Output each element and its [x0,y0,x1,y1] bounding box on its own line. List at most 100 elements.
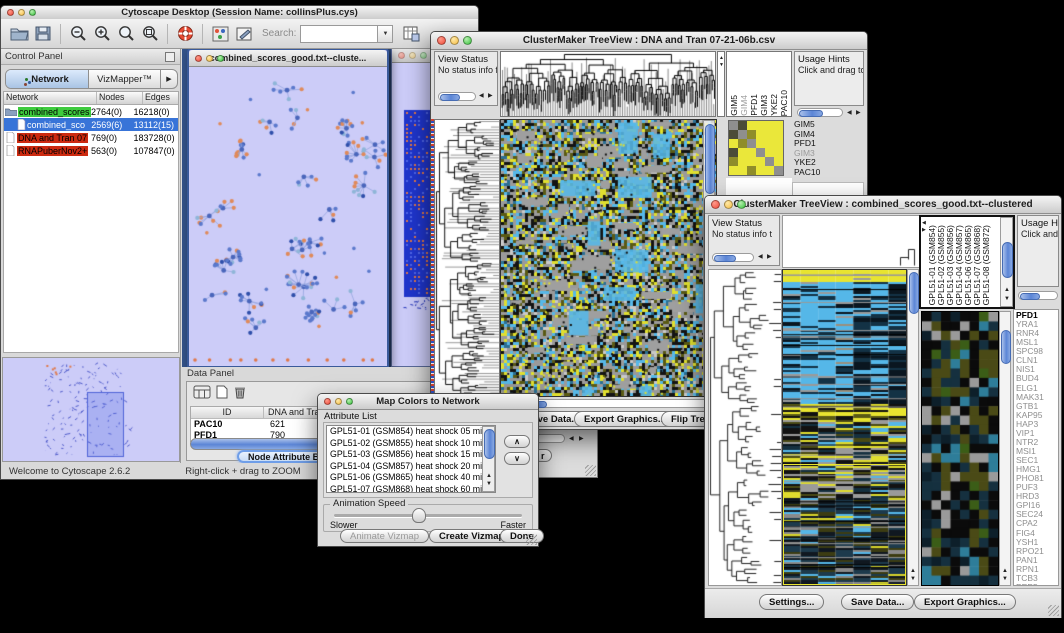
col-header-nodes[interactable]: Nodes [97,92,143,104]
move-down-button[interactable]: ∨ [504,452,530,465]
close-icon[interactable] [437,36,446,45]
scroll-left-icon[interactable]: ◀ [758,253,763,261]
matrix-cell[interactable] [738,139,747,148]
matrix-cell[interactable] [774,166,783,175]
minimize-icon[interactable] [724,200,733,209]
matrix-cell[interactable] [774,121,783,130]
matrix-cell[interactable] [765,157,774,166]
matrix-cell[interactable] [765,148,774,157]
minimize-icon[interactable] [335,398,342,405]
tab-network[interactable]: Network [6,70,89,88]
attribute-list-item[interactable]: GPL51-03 (GSM856) heat shock 15 min [327,449,495,461]
network-row[interactable]: RNAPuberNov2+ 563(0) 107847(0) [4,144,178,157]
zoom-window-icon[interactable] [346,398,353,405]
matrix-cell[interactable] [729,130,738,139]
done-button[interactable]: Done [500,529,544,543]
tv1-zoom-matrix[interactable] [728,120,784,176]
new-attribute-icon[interactable] [215,385,229,404]
tab-vizmapper[interactable]: VizMapper™ [89,70,160,88]
minimize-icon[interactable] [450,36,459,45]
search-dropdown-icon[interactable]: ▼ [378,25,393,43]
matrix-cell[interactable] [765,130,774,139]
matrix-cell[interactable] [729,121,738,130]
tv2-heatmap-vscrollbar[interactable]: ▲ ▼ [907,269,919,586]
close-icon[interactable] [324,398,331,405]
zoom-window-icon[interactable] [420,52,427,59]
zoom-window-icon[interactable] [463,36,472,45]
delete-attribute-icon[interactable] [233,385,247,404]
table-grid-icon[interactable] [193,385,211,404]
minimize-icon[interactable] [206,55,213,62]
matrix-cell[interactable] [738,166,747,175]
scroll-left-icon[interactable]: ◀ [569,435,574,443]
move-up-button[interactable]: ∧ [504,435,530,448]
matrix-cell[interactable] [747,130,756,139]
scroll-left-icon[interactable]: ◀ [479,92,484,100]
tv1-usage-hscrollbar[interactable] [797,108,843,117]
tv2-collabel-vscrollbar[interactable]: ▲ ▼ [1000,217,1013,307]
tv2-column-labels-panel[interactable]: ◀ ▶ GPL51-01 (GSM854)GPL51-02 (GSM855)GP… [919,215,1015,309]
network-row[interactable]: DNA and Tran 07 769(0) 183728(0) [4,131,178,144]
tv2-status-hscrollbar[interactable] [712,253,754,262]
matrix-cell[interactable] [774,130,783,139]
attribute-list-item[interactable]: GPL51-06 (GSM865) heat shock 40 min [327,472,495,484]
network-row[interactable]: combined_scores 2764(0) 16218(0) [4,105,178,118]
dialog-titlebar[interactable]: Map Colors to Network [318,394,538,410]
main-titlebar[interactable]: Cytoscape Desktop (Session Name: collins… [1,6,478,20]
save-data-button[interactable]: Save Data... [841,594,914,610]
matrix-cell[interactable] [756,166,765,175]
tv2-zoom-view[interactable] [921,311,999,586]
tv2-column-dendrogram[interactable] [782,215,921,268]
attribute-list[interactable]: GPL51-01 (GSM854) heat shock 05 minGPL51… [326,425,496,493]
matrix-cell[interactable] [738,121,747,130]
help-lifering-icon[interactable] [173,22,197,46]
matrix-cell[interactable] [738,130,747,139]
matrix-cell[interactable] [756,148,765,157]
zoom-in-icon[interactable] [90,22,114,46]
scroll-right-icon[interactable]: ▶ [856,109,861,117]
matrix-cell[interactable] [756,139,765,148]
matrix-cell[interactable] [747,157,756,166]
tab-overflow-arrow[interactable]: ▶ [160,70,177,88]
zoom-out-icon[interactable] [66,22,90,46]
resize-grip[interactable] [1048,605,1059,616]
tv2-usage-hscrollbar[interactable] [1018,291,1058,300]
matrix-cell[interactable] [729,139,738,148]
tv1-splitter-strip[interactable]: ▲ ▼ [717,51,725,117]
scroll-right-icon[interactable]: ▶ [579,435,584,443]
search-input[interactable] [300,25,378,43]
col-header-network[interactable]: Network [4,92,97,104]
matrix-cell[interactable] [774,139,783,148]
tv1-column-dendrogram[interactable] [500,51,716,117]
matrix-cell[interactable] [765,121,774,130]
matrix-cell[interactable] [756,121,765,130]
animate-vizmap-button[interactable]: Animate Vizmap [340,529,429,543]
matrix-cell[interactable] [765,139,774,148]
birdseye-view[interactable] [2,357,180,462]
animation-slider-thumb[interactable] [412,508,426,523]
close-icon[interactable] [7,9,14,16]
col-header-edges[interactable]: Edges [143,92,178,104]
network-view-window-1[interactable]: combined_scores_good.txt--cluste... [187,49,389,367]
attribute-table-icon[interactable] [399,22,423,46]
zoom-window-icon[interactable] [737,200,746,209]
data-col-id[interactable]: ID [191,407,264,418]
open-file-icon[interactable] [7,22,31,46]
attribute-list-item[interactable]: GPL51-07 (GSM868) heat shock 60 min [327,484,495,494]
tv2-heatmap[interactable] [782,269,907,586]
tv1-row-dendrogram[interactable] [434,119,500,397]
matrix-cell[interactable] [747,166,756,175]
zoom-fit-icon[interactable] [138,22,162,46]
tv2-zoom-vscrollbar[interactable]: ▲ ▼ [999,311,1011,586]
resize-grip[interactable] [526,534,537,545]
close-icon[interactable] [195,55,202,62]
matrix-cell[interactable] [747,148,756,157]
treeview2-titlebar[interactable]: ClusterMaker TreeView : combined_scores_… [705,196,1061,214]
matrix-cell[interactable] [729,157,738,166]
matrix-cell[interactable] [729,166,738,175]
attribute-list-item[interactable]: GPL51-02 (GSM855) heat shock 10 min [327,438,495,450]
zoom-selected-icon[interactable] [114,22,138,46]
matrix-cell[interactable] [747,139,756,148]
treeview1-titlebar[interactable]: ClusterMaker TreeView : DNA and Tran 07-… [431,32,867,50]
attribute-list-item[interactable]: GPL51-04 (GSM857) heat shock 20 min [327,461,495,473]
